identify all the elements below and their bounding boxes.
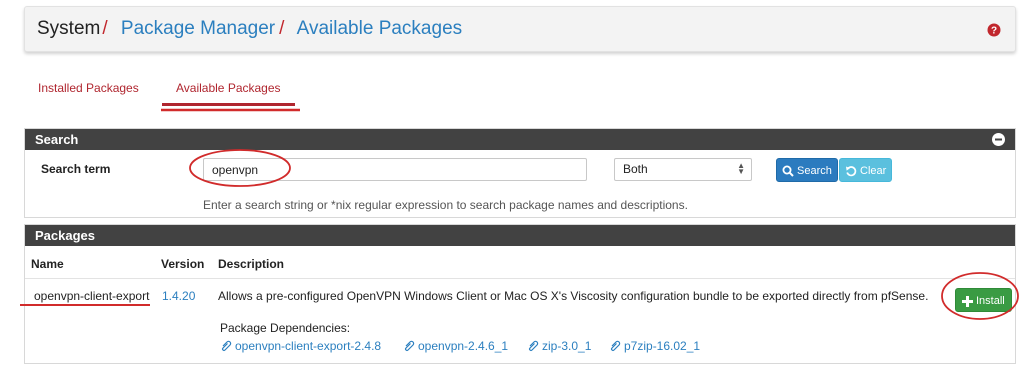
package-version-link[interactable]: 1.4.20 [162, 289, 195, 303]
search-panel-header: Search [25, 129, 1015, 150]
minus-circle-icon[interactable] [992, 133, 1005, 146]
undo-icon [846, 166, 857, 177]
search-panel-title: Search [35, 132, 79, 147]
dependency-label: openvpn-2.4.6_1 [418, 339, 509, 353]
svg-text:?: ? [991, 26, 997, 37]
install-button[interactable]: Install [955, 288, 1012, 312]
question-circle-icon[interactable]: ? [987, 23, 1001, 37]
package-name: openvpn-client-export [34, 289, 150, 303]
breadcrumb-available-packages[interactable]: Available Packages [297, 18, 462, 39]
column-header-name[interactable]: Name [31, 257, 64, 271]
install-button-label: Install [976, 295, 1005, 307]
breadcrumb-separator: / [102, 18, 108, 39]
breadcrumb-package-manager[interactable]: Package Manager [121, 18, 275, 39]
select-arrows-icon: ▲ ▼ [737, 161, 745, 176]
clear-button[interactable]: Clear [839, 158, 893, 182]
search-button-label: Search [797, 165, 832, 177]
search-term-label: Search term [41, 162, 111, 176]
paperclip-icon [529, 340, 539, 351]
paperclip-icon [611, 340, 621, 351]
breadcrumb: System / Package Manager / Available Packa… [37, 17, 462, 41]
tab-available-packages[interactable]: Available Packages [162, 78, 295, 106]
table-divider [25, 278, 1015, 279]
plus-icon [962, 296, 973, 307]
breadcrumb-separator: / [279, 18, 285, 39]
page-header: System / Package Manager / Available Packa… [24, 6, 1016, 52]
dependency-label: zip-3.0_1 [542, 339, 592, 353]
dependency-link[interactable]: p7zip-16.02_1 [609, 339, 700, 353]
package-description: Allows a pre-configured OpenVPN Windows … [218, 289, 929, 303]
dependency-link[interactable]: zip-3.0_1 [527, 339, 591, 353]
dependency-link[interactable]: openvpn-2.4.6_1 [403, 339, 508, 353]
packages-panel-title: Packages [35, 228, 95, 243]
breadcrumb-system: System [37, 18, 101, 39]
clear-button-label: Clear [860, 165, 887, 177]
package-dependencies-label: Package Dependencies: [220, 321, 351, 335]
paperclip-icon [405, 340, 415, 351]
search-scope-select[interactable]: Both ▲ ▼ [614, 158, 752, 181]
packages-panel: Packages Name Version Description openvp… [24, 224, 1016, 364]
column-header-version[interactable]: Version [161, 257, 204, 271]
search-button[interactable]: Search [776, 158, 838, 182]
packages-panel-header: Packages [25, 225, 1015, 246]
search-icon [782, 165, 794, 177]
search-help-text: Enter a search string or *nix regular ex… [203, 198, 688, 212]
dependency-link[interactable]: openvpn-client-export-2.4.8 [220, 339, 381, 353]
search-panel: Search Search term Both ▲▼ Search Clear … [24, 128, 1016, 218]
search-input[interactable] [203, 158, 587, 181]
dependency-label: openvpn-client-export-2.4.8 [235, 339, 382, 353]
tab-installed-packages[interactable]: Installed Packages [24, 78, 153, 103]
column-header-description[interactable]: Description [218, 257, 284, 271]
dependency-label: p7zip-16.02_1 [624, 339, 701, 353]
search-scope-value: Both [623, 162, 648, 176]
paperclip-icon [222, 340, 232, 351]
